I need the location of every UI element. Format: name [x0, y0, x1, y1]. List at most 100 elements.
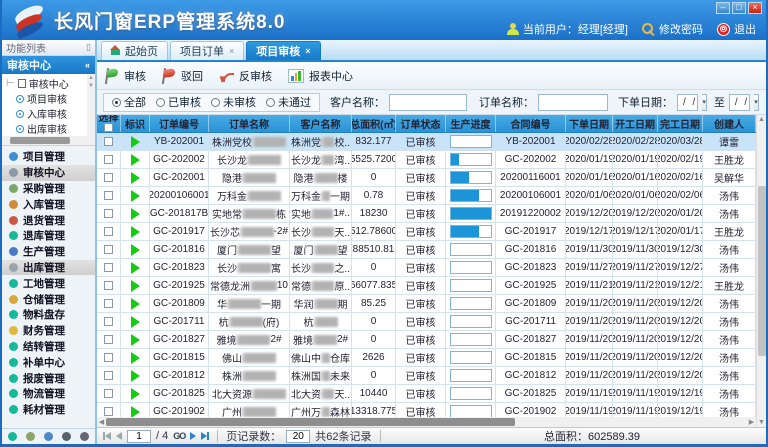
collapse-icon[interactable]: « — [85, 60, 90, 70]
toolbar-button-驳回[interactable]: 驳回 — [162, 68, 203, 84]
first-page-button[interactable] — [103, 432, 111, 440]
sidebar-item-生产管理[interactable]: 生产管理 — [2, 244, 95, 260]
sidebar-item-仓储管理[interactable]: 仓储管理 — [2, 291, 95, 307]
table-row[interactable]: GC-202001隐港隐港楼0已审核202001160012020/01/162… — [97, 169, 756, 187]
row-checkbox[interactable] — [104, 173, 113, 182]
sidebar-item-项目管理[interactable]: 项目管理 — [2, 149, 95, 165]
tree-horizontal-scrollbar[interactable] — [2, 136, 95, 145]
sidebar-item-财务管理[interactable]: 财务管理 — [2, 323, 95, 339]
select-cell[interactable] — [97, 151, 121, 168]
select-cell[interactable] — [97, 205, 121, 222]
select-cell[interactable] — [97, 241, 121, 258]
column-header-完工日期[interactable]: 完工日期 — [658, 115, 703, 132]
tree-item[interactable]: 入库审核 — [6, 106, 95, 121]
sidebar-item-物流管理[interactable]: 物流管理 — [2, 386, 95, 402]
sidebar-item-补单中心[interactable]: 补单中心 — [2, 354, 95, 370]
minimize-button[interactable]: – — [716, 2, 730, 14]
table-row[interactable]: GC-201816厦门望厦门望188510.818已审核GC-201816201… — [97, 241, 756, 259]
select-cell[interactable] — [97, 295, 121, 312]
row-checkbox[interactable] — [104, 299, 113, 308]
tab-项目订单[interactable]: 项目订单× — [170, 41, 244, 60]
order-name-input[interactable] — [538, 94, 608, 111]
page-number-input[interactable] — [127, 430, 151, 443]
toolbar-button-报表中心[interactable]: 报表中心 — [288, 68, 353, 84]
row-checkbox[interactable] — [104, 155, 113, 164]
table-vertical-scrollbar[interactable]: ▲▼ — [756, 115, 766, 427]
table-row[interactable]: GC-201827雅境2#雅境2#0已审核GC-2018272019/11/20… — [97, 331, 756, 349]
sidebar-item-审核中心[interactable]: 审核中心 — [2, 165, 95, 181]
table-horizontal-scrollbar[interactable]: ◀▶ — [97, 417, 756, 427]
toolbar-button-反审核[interactable]: 反审核 — [219, 68, 272, 84]
close-button[interactable]: × — [748, 2, 762, 14]
radio-已审核[interactable]: 已审核 — [156, 94, 201, 110]
sidebar-item-入库管理[interactable]: 入库管理 — [2, 196, 95, 212]
table-row[interactable]: GC-201812株洲株洲国未来0已审核GC-2018122019/11/202… — [97, 367, 756, 385]
select-cell[interactable] — [97, 277, 121, 294]
doc-icon[interactable] — [62, 432, 71, 441]
table-row[interactable]: GC-201823长沙寓长沙之..0已审核GC-2018232019/11/27… — [97, 259, 756, 277]
order-date-to-dropdown[interactable]: ▾ — [754, 94, 759, 111]
select-cell[interactable] — [97, 349, 121, 366]
row-checkbox[interactable] — [104, 371, 113, 380]
order-date-to-input[interactable]: / / — [729, 94, 750, 111]
sidebar-item-退货管理[interactable]: 退货管理 — [2, 212, 95, 228]
select-all-checkbox[interactable] — [104, 123, 113, 132]
table-row[interactable]: GC-201817B实地常栋实地1#..18230已审核201912200022… — [97, 205, 756, 223]
table-row[interactable]: GC-201815佛山佛山中仓库2626已审核GC-2018152019/11/… — [97, 349, 756, 367]
sidebar-item-工地管理[interactable]: 工地管理 — [2, 275, 95, 291]
sidebar-item-耗材管理[interactable]: 耗材管理 — [2, 402, 95, 418]
tab-close-icon[interactable]: × — [305, 46, 310, 56]
page-size-input[interactable] — [286, 430, 310, 443]
row-checkbox[interactable] — [104, 191, 113, 200]
tree-root-audit-center[interactable]: ⊢ 审核中心 — [6, 76, 95, 91]
pin-icon[interactable]: ▯ — [86, 42, 91, 53]
select-cell[interactable] — [97, 187, 121, 204]
row-checkbox[interactable] — [104, 209, 113, 218]
sidebar-item-报废管理[interactable]: 报废管理 — [2, 370, 95, 386]
tree-item[interactable]: 项目审核 — [6, 91, 95, 106]
row-checkbox[interactable] — [104, 281, 113, 290]
last-page-button[interactable] — [201, 432, 209, 440]
radio-未通过[interactable]: 未通过 — [266, 94, 311, 110]
select-cell[interactable] — [97, 223, 121, 240]
radio-未审核[interactable]: 未审核 — [211, 94, 256, 110]
tab-项目审核[interactable]: 项目审核× — [246, 41, 320, 60]
overflow-icon[interactable] — [80, 432, 89, 441]
dot-teal-icon[interactable] — [8, 432, 17, 441]
next-page-button[interactable] — [190, 432, 196, 440]
row-checkbox[interactable] — [104, 263, 113, 272]
go-button[interactable]: GO — [173, 431, 185, 441]
customer-name-input[interactable] — [389, 94, 467, 111]
table-row[interactable]: GC-202002长沙龙长沙龙湾..65525.7200..已审核GC-2020… — [97, 151, 756, 169]
table-row[interactable]: GC-201711杭(府)杭0已审核GC-2017112019/11/20201… — [97, 313, 756, 331]
column-header-订单编号[interactable]: 订单编号 — [150, 115, 209, 132]
table-row[interactable]: YB-202001株洲党校株洲党校..832.177已审核YB-20200120… — [97, 133, 756, 151]
tab-起始页[interactable]: 起始页 — [101, 41, 168, 60]
sidebar-item-结转管理[interactable]: 结转管理 — [2, 339, 95, 355]
maximize-button[interactable]: □ — [732, 2, 746, 14]
prev-page-button[interactable] — [116, 432, 122, 440]
change-password-button[interactable]: 修改密码 — [642, 21, 703, 37]
column-header-客户名称[interactable]: 客户名称 — [290, 115, 352, 132]
select-cell[interactable] — [97, 367, 121, 384]
column-header-合同编号[interactable]: 合同编号 — [496, 115, 566, 132]
radio-全部[interactable]: 全部 — [112, 94, 146, 110]
row-checkbox[interactable] — [104, 335, 113, 344]
select-cell[interactable] — [97, 133, 121, 150]
toolbar-button-审核[interactable]: 审核 — [105, 68, 146, 84]
tab-close-icon[interactable]: × — [229, 46, 234, 56]
tree-item[interactable]: 出库审核 — [6, 121, 95, 136]
select-cell[interactable] — [97, 259, 121, 276]
column-header-标识[interactable]: 标识 — [121, 115, 150, 132]
leaf-icon[interactable] — [44, 432, 53, 441]
order-date-from-input[interactable]: / / — [677, 94, 698, 111]
row-checkbox[interactable] — [104, 317, 113, 326]
column-header-订单名称[interactable]: 订单名称 — [209, 115, 290, 132]
logout-button[interactable]: ⦾ 退出 — [717, 21, 756, 37]
select-cell[interactable] — [97, 385, 121, 402]
table-row[interactable]: GC-201809华一期华润期85.25已审核GC-2018092019/11/… — [97, 295, 756, 313]
select-cell[interactable] — [97, 331, 121, 348]
column-header-创建人[interactable]: 创建人 — [703, 115, 756, 132]
column-header-总面积(㎡)[interactable]: 总面积(㎡) — [352, 115, 396, 132]
column-header-订单状态[interactable]: 订单状态 — [396, 115, 446, 132]
